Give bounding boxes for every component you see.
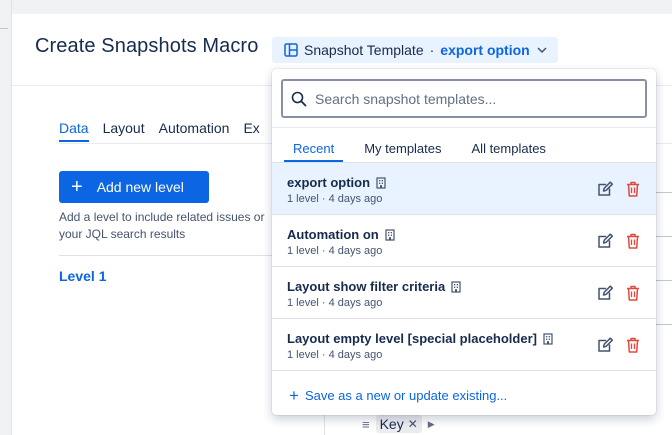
trash-icon[interactable] [625, 284, 641, 302]
snapshot-template-dropdown: Recent My templates All templates export… [272, 69, 656, 415]
remove-icon[interactable]: ✕ [408, 417, 418, 431]
template-item-meta: 1 level · 4 days ago [287, 297, 383, 309]
building-icon [385, 228, 395, 241]
plus-icon: + [71, 176, 83, 198]
tab-data[interactable]: Data [59, 120, 89, 142]
search-input[interactable] [315, 90, 635, 107]
snapshot-template-button[interactable]: Snapshot Template · export option [272, 37, 558, 63]
building-icon [376, 176, 386, 189]
save-template-label: Save as a new or update existing... [304, 388, 508, 403]
add-new-level-label: Add new level [96, 179, 184, 195]
add-level-help-text: Add a level to include related issues or… [59, 210, 265, 241]
trash-icon[interactable] [625, 180, 641, 198]
level-1-link[interactable]: Level 1 [59, 268, 106, 284]
add-new-level-button[interactable]: + Add new level [59, 171, 209, 203]
trash-icon[interactable] [625, 336, 641, 354]
tab-my-templates[interactable]: My templates [355, 141, 450, 162]
background-window-left [0, 0, 12, 435]
template-item-meta: 1 level · 4 days ago [287, 245, 383, 257]
template-item-name-row: export option [287, 175, 386, 190]
template-item-name: Layout empty level [special placeholder] [287, 331, 537, 346]
edit-icon[interactable] [596, 336, 614, 354]
template-item-name-row: Layout show filter criteria [287, 279, 461, 294]
building-icon [543, 332, 553, 345]
modal-title: Create Snapshots Macro [35, 35, 259, 57]
template-filter-tabs: Recent My templates All templates [284, 141, 567, 162]
template-item[interactable]: Layout show filter criteria 1 level · 4 … [272, 267, 656, 319]
template-item[interactable]: Layout empty level [special placeholder]… [272, 319, 656, 371]
tab-export[interactable]: Ex [243, 120, 259, 142]
template-item-name: export option [287, 175, 371, 190]
background-tick [0, 28, 8, 29]
tree-connector [654, 324, 672, 325]
template-item[interactable]: Automation on 1 level · 4 days ago [272, 215, 656, 267]
edit-icon[interactable] [596, 180, 614, 198]
dropdown-divider [272, 127, 656, 128]
template-item-meta: 1 level · 4 days ago [287, 193, 383, 205]
edit-icon[interactable] [596, 232, 614, 250]
template-item[interactable]: export option 1 level · 4 days ago [272, 163, 656, 215]
trash-icon[interactable] [625, 232, 641, 250]
level-divider [59, 255, 299, 256]
edit-icon[interactable] [596, 284, 614, 302]
tab-automation[interactable]: Automation [159, 120, 230, 142]
search-icon [291, 91, 307, 106]
key-field-label: Key [379, 416, 404, 432]
background-window-top [0, 0, 672, 14]
save-template-link[interactable]: + Save as a new or update existing... [289, 387, 507, 404]
editor-tabs: Data Layout Automation Ex [59, 120, 274, 142]
template-button-current: export option [440, 42, 530, 58]
tree-connector [654, 236, 672, 237]
building-icon [451, 280, 461, 293]
plus-icon: + [289, 386, 299, 405]
drag-handle-icon[interactable]: ≡ [362, 417, 370, 432]
key-field-chip[interactable]: Key ✕ [375, 415, 422, 433]
template-item-meta: 1 level · 4 days ago [287, 349, 383, 361]
chevron-down-icon [537, 47, 547, 54]
tab-layout[interactable]: Layout [103, 120, 145, 142]
caret-right-icon[interactable]: ▶ [428, 419, 435, 430]
tree-connector [654, 192, 672, 193]
field-chip-row: ≡ Key ✕ ▶ [362, 415, 435, 433]
template-item-name-row: Automation on [287, 227, 395, 242]
template-button-prefix: Snapshot Template [304, 42, 424, 58]
tree-connector [654, 280, 672, 281]
template-button-separator: · [429, 42, 435, 58]
tab-recent[interactable]: Recent [284, 141, 344, 162]
template-item-name: Automation on [287, 227, 379, 242]
template-item-name-row: Layout empty level [special placeholder] [287, 331, 553, 346]
tab-all-templates[interactable]: All templates [463, 141, 555, 162]
template-list: export option 1 level · 4 days ago Autom… [272, 163, 656, 371]
template-item-name: Layout show filter criteria [287, 279, 446, 294]
template-layout-icon [284, 43, 298, 57]
search-box[interactable] [281, 79, 647, 118]
